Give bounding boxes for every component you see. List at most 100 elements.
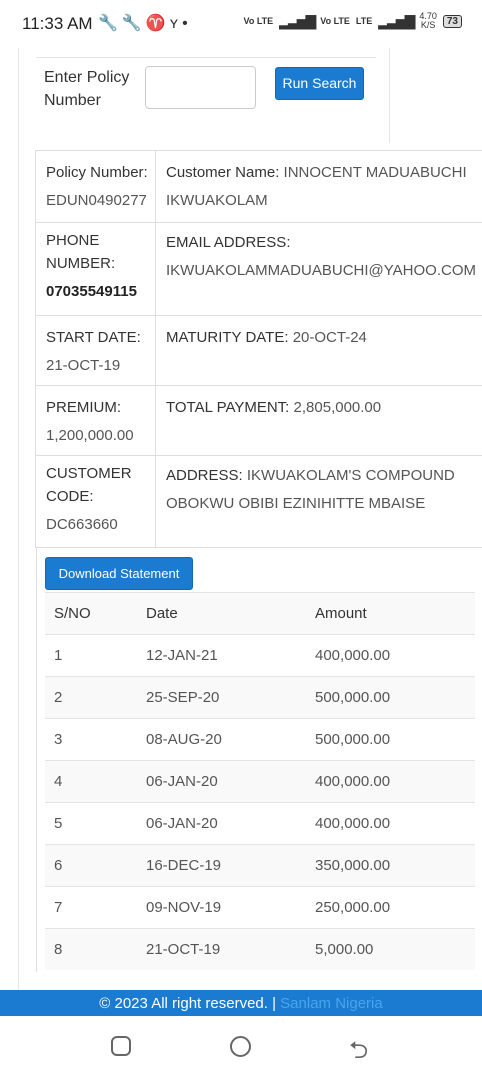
premium-key: PREMIUM: (46, 399, 121, 416)
policy-row: START DATE: 21-OCT-19 MATURITY DATE: 20-… (35, 315, 482, 385)
divider (36, 57, 376, 58)
cell-sno: 1 (54, 647, 63, 664)
brand-link[interactable]: Sanlam Nigeria (280, 995, 383, 1012)
table-row: 1 12-JAN-21 400,000.00 (45, 634, 475, 676)
table-header: S/NO Date Amount (45, 592, 475, 634)
table-row: 7 09-NOV-19 250,000.00 (45, 886, 475, 928)
bird-icon: ʏ (169, 15, 183, 32)
cell-amount: 500,000.00 (315, 731, 391, 748)
page-border-right (389, 48, 390, 143)
cell-date: 25-SEP-20 (146, 689, 220, 706)
cell-sno: 5 (54, 815, 63, 832)
maturity-date-cell: MATURITY DATE: 20-OCT-24 (156, 316, 482, 385)
policy-row: PREMIUM: 1,200,000.00 TOTAL PAYMENT: 2,8… (35, 385, 482, 455)
customer-code-cell: CUSTOMER CODE: DC663660 (35, 456, 156, 547)
cell-amount: 5,000.00 (315, 941, 374, 958)
cell-sno: 3 (54, 731, 63, 748)
email-value: IKWUAKOLAMMADUABUCHI@YAHOO.COM (166, 262, 476, 279)
cell-amount: 400,000.00 (315, 815, 391, 832)
customer-code-key: CUSTOMER CODE: (46, 465, 132, 505)
column-header-date: Date (146, 605, 178, 622)
cell-date: 16-DEC-19 (146, 857, 222, 874)
network-indicator: Vo LTE (243, 15, 274, 26)
premium-cell: PREMIUM: 1,200,000.00 (35, 386, 156, 455)
policy-number-key: Policy Number: (46, 164, 148, 181)
column-header-sno: S/NO (54, 605, 91, 622)
cell-sno: 8 (54, 941, 63, 958)
cell-date: 12-JAN-21 (146, 647, 218, 664)
total-payment-value: 2,805,000.00 (293, 399, 382, 416)
customer-name-cell: Customer Name: INNOCENT MADUABUCHI IKWUA… (156, 151, 482, 222)
wrench-icon: 🔧 (98, 15, 122, 32)
cell-amount: 250,000.00 (315, 899, 391, 916)
total-payment-key: TOTAL PAYMENT: (166, 399, 290, 416)
network-indicator: Vo LTE (320, 15, 350, 26)
table-row: 4 06-JAN-20 400,000.00 (45, 760, 475, 802)
premium-value: 1,200,000.00 (46, 427, 134, 444)
policy-number-input[interactable] (145, 66, 256, 109)
cell-amount: 400,000.00 (315, 773, 391, 790)
policy-number-value: EDUN0490277 (46, 192, 147, 209)
download-statement-button[interactable]: Download Statement (45, 557, 193, 590)
cell-date: 06-JAN-20 (146, 773, 218, 790)
policy-number-cell: Policy Number: EDUN0490277 (35, 151, 156, 222)
signal-icon: ▂▃▅▇ (279, 12, 316, 29)
total-payment-cell: TOTAL PAYMENT: 2,805,000.00 (156, 386, 482, 455)
table-row: 8 21-OCT-19 5,000.00 (45, 928, 475, 970)
policy-number-label: Enter Policy Number (44, 69, 130, 109)
cell-sno: 2 (54, 689, 63, 706)
email-cell: EMAIL ADDRESS: IKWUAKOLAMMADUABUCHI@YAHO… (156, 223, 482, 315)
policy-row: Policy Number: EDUN0490277 Customer Name… (35, 150, 482, 222)
recent-apps-icon[interactable] (111, 1036, 131, 1056)
customer-name-key: Customer Name: (166, 164, 280, 181)
cell-amount: 400,000.00 (315, 647, 391, 664)
network-indicator: LTE (355, 15, 373, 26)
cell-amount: 500,000.00 (315, 689, 391, 706)
policy-row: CUSTOMER CODE: DC663660 ADDRESS: IKWUAKO… (35, 455, 482, 548)
run-search-button[interactable]: Run Search (275, 67, 364, 100)
phone-key: PHONE NUMBER: (46, 232, 116, 272)
cell-sno: 7 (54, 899, 63, 916)
maturity-date-key: MATURITY DATE: (166, 329, 289, 346)
cell-date: 09-NOV-19 (146, 899, 222, 916)
table-row: 2 25-SEP-20 500,000.00 (45, 676, 475, 718)
policy-details: Policy Number: EDUN0490277 Customer Name… (35, 150, 482, 548)
back-icon[interactable]: ⮌ (349, 1033, 368, 1074)
maturity-date-value: 20-OCT-24 (292, 329, 367, 346)
cell-sno: 6 (54, 857, 63, 874)
home-icon[interactable] (230, 1036, 251, 1057)
payments-table: S/NO Date Amount 1 12-JAN-21 400,000.00 … (45, 592, 475, 970)
table-row: 3 08-AUG-20 500,000.00 (45, 718, 475, 760)
customer-code-value: DC663660 (46, 516, 118, 533)
email-key: EMAIL ADDRESS: (166, 234, 291, 251)
start-date-value: 21-OCT-19 (46, 357, 121, 374)
android-nav-bar: ⮌ (0, 1016, 482, 1080)
wrench-icon: 🔧 (121, 15, 146, 32)
status-bar: 11:33 AM 🔧🔧♈ʏ• Vo LTE ▂▃▅▇ Vo LTE LTE ▂▃… (0, 0, 482, 48)
copyright-text: © 2023 All right reserved. | (99, 995, 276, 1012)
page-border-left (18, 48, 19, 990)
table-row: 6 16-DEC-19 350,000.00 (45, 844, 475, 886)
cell-sno: 4 (54, 773, 63, 790)
address-key: ADDRESS: (166, 467, 243, 484)
status-time: 11:33 AM (22, 14, 93, 33)
table-row: 5 06-JAN-20 400,000.00 (45, 802, 475, 844)
cell-amount: 350,000.00 (315, 857, 391, 874)
battery-icon: 73 (442, 14, 462, 28)
start-date-cell: START DATE: 21-OCT-19 (35, 316, 156, 385)
column-header-amount: Amount (315, 605, 367, 622)
cell-date: 21-OCT-19 (146, 941, 221, 958)
phone-cell: PHONE NUMBER: 07035549115 (35, 223, 156, 315)
address-cell: ADDRESS: IKWUAKOLAM'S COMPOUND OBOKWU OB… (156, 456, 482, 547)
signal-icon: ▂▃▅▇ (378, 12, 415, 29)
policy-row: PHONE NUMBER: 07035549115 EMAIL ADDRESS:… (35, 222, 482, 315)
table-border-left (36, 548, 37, 972)
network-speed: 4.70 K/S (419, 11, 437, 30)
cell-date: 08-AUG-20 (146, 731, 222, 748)
system-indicators: Vo LTE ▂▃▅▇ Vo LTE LTE ▂▃▅▇ 4.70 K/S 73 (243, 11, 462, 30)
dot-icon: • (182, 15, 192, 32)
cell-date: 06-JAN-20 (146, 815, 218, 832)
trophy-icon: ♈ (145, 15, 170, 32)
page-footer: © 2023 All right reserved. | Sanlam Nige… (0, 990, 482, 1016)
start-date-key: START DATE: (46, 329, 141, 346)
